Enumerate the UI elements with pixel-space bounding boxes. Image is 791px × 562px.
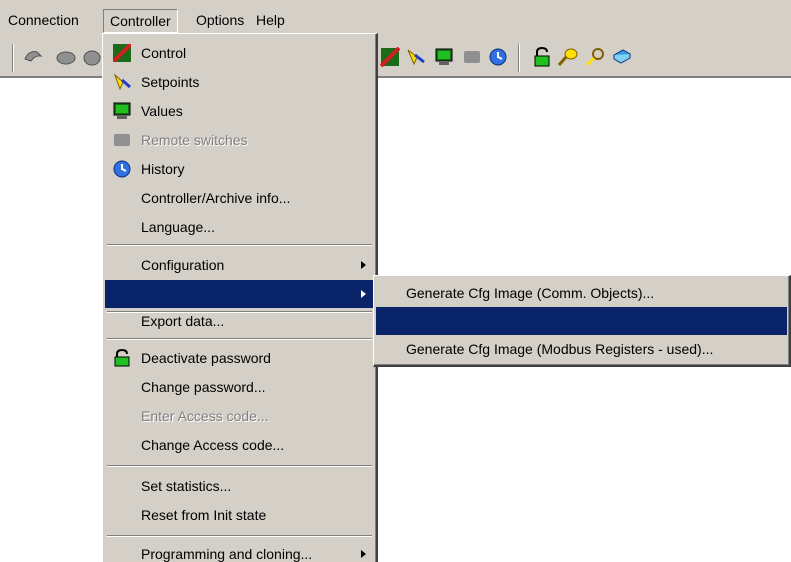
submenu-arrow-icon bbox=[361, 290, 366, 298]
menu-item-label: Controller/Archive info... bbox=[141, 190, 291, 206]
menu-help[interactable]: Help bbox=[250, 9, 291, 33]
menu-connection[interactable]: Connection bbox=[2, 9, 85, 33]
control-icon bbox=[113, 44, 131, 62]
history-icon[interactable] bbox=[486, 45, 510, 69]
menu-separator bbox=[107, 465, 372, 467]
menu-item-control[interactable]: Control bbox=[105, 39, 374, 67]
menu-item-configuration[interactable]: Configuration bbox=[105, 251, 374, 279]
submenu-item-comm-objects[interactable]: Generate Cfg Image (Comm. Objects)... bbox=[376, 279, 787, 307]
menu-item-enter-access-code[interactable]: Enter Access code... bbox=[105, 402, 374, 430]
search-key-icon[interactable] bbox=[584, 45, 608, 69]
remote-switches-icon bbox=[113, 131, 131, 149]
toolbar-separator bbox=[518, 44, 520, 72]
values-icon[interactable] bbox=[432, 45, 456, 69]
menu-options[interactable]: Options bbox=[190, 9, 250, 33]
menu-item-label: Change Access code... bbox=[141, 437, 285, 453]
menu-item-controller-archive-info[interactable]: Controller/Archive info... bbox=[105, 184, 374, 212]
values-icon bbox=[113, 102, 131, 120]
submenu-item-label: Generate Cfg Image (Modbus Registers - u… bbox=[406, 341, 714, 357]
menu-item-label: Configuration bbox=[141, 257, 225, 273]
key-icon[interactable] bbox=[556, 45, 580, 69]
menu-item-label: Set statistics... bbox=[141, 478, 232, 494]
menu-item-remote-switches[interactable]: Remote switches bbox=[105, 126, 374, 154]
menu-item-set-statistics[interactable]: Set statistics... bbox=[105, 472, 374, 500]
submenu-item-modbus-used[interactable]: Generate Cfg Image (Modbus Registers - u… bbox=[376, 335, 787, 363]
menu-item-export-data[interactable]: Export data... bbox=[105, 307, 374, 335]
menu-controller[interactable]: Controller bbox=[103, 9, 178, 33]
remote-switches-icon[interactable] bbox=[460, 45, 484, 69]
menu-item-label: Programming and cloning... bbox=[141, 546, 313, 562]
menu-item-language[interactable]: Language... bbox=[105, 213, 374, 241]
submenu-arrow-icon bbox=[361, 550, 366, 558]
submenu-arrow-icon bbox=[361, 261, 366, 269]
toolbar-separator bbox=[12, 44, 14, 72]
menu-separator bbox=[107, 244, 372, 246]
menu-item-label: Remote switches bbox=[141, 132, 248, 148]
setpoints-icon bbox=[113, 73, 131, 91]
menu-item-label: Export data... bbox=[141, 313, 225, 329]
lock-icon[interactable] bbox=[530, 45, 554, 69]
lock-icon bbox=[113, 349, 131, 367]
menu-item-label: Values bbox=[141, 103, 183, 119]
menu-item-change-access-code[interactable]: Change Access code... bbox=[105, 431, 374, 459]
submenu-item-label: Generate Cfg Image (Comm. Objects)... bbox=[406, 285, 655, 301]
menu-item-label: Reset from Init state bbox=[141, 507, 267, 523]
connect-icon[interactable] bbox=[22, 45, 46, 69]
menu-separator bbox=[107, 338, 372, 340]
menu-item-label: History bbox=[141, 161, 185, 177]
menu-item-deactivate-password[interactable]: Deactivate password bbox=[105, 344, 374, 372]
menu-item-label: Language... bbox=[141, 219, 215, 235]
disconnect-icon[interactable] bbox=[54, 45, 78, 69]
menu-item-label: Setpoints bbox=[141, 74, 200, 90]
control-icon[interactable] bbox=[378, 45, 402, 69]
controller-menu: Control Setpoints Values Remote switches… bbox=[102, 33, 378, 562]
menu-item-label: Control bbox=[141, 45, 187, 61]
menu-item-reset-from-init[interactable]: Reset from Init state bbox=[105, 501, 374, 529]
menu-item-change-password[interactable]: Change password... bbox=[105, 373, 374, 401]
toolbar-connection-icon[interactable] bbox=[80, 45, 104, 69]
book-icon[interactable] bbox=[610, 45, 634, 69]
menu-item-label: Change password... bbox=[141, 379, 266, 395]
setpoints-icon[interactable] bbox=[404, 45, 428, 69]
history-icon bbox=[113, 160, 131, 178]
generate-cfg-submenu: Generate Cfg Image (Comm. Objects)... Ge… bbox=[373, 275, 791, 367]
menu-item-programming-cloning[interactable]: Programming and cloning... bbox=[105, 540, 374, 562]
menu-item-label: Deactivate password bbox=[141, 350, 271, 366]
menu-separator bbox=[107, 535, 372, 537]
submenu-item-highlighted[interactable] bbox=[376, 307, 787, 335]
menu-item-label: Enter Access code... bbox=[141, 408, 269, 424]
menu-item-generate-cfg-image[interactable] bbox=[105, 280, 374, 308]
menu-item-setpoints[interactable]: Setpoints bbox=[105, 68, 374, 96]
menu-item-values[interactable]: Values bbox=[105, 97, 374, 125]
menu-item-history[interactable]: History bbox=[105, 155, 374, 183]
